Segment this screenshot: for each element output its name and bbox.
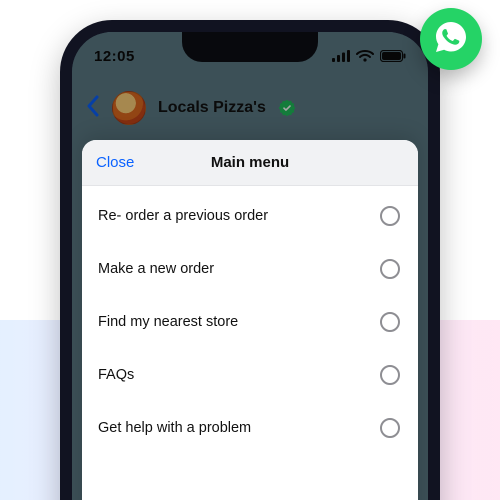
close-button[interactable]: Close xyxy=(96,140,134,185)
main-menu-sheet: Close Main menu Re- order a previous ord… xyxy=(82,140,418,500)
phone-frame: 12:05 Locals Pizza's xyxy=(60,20,440,500)
radio-icon xyxy=(380,365,400,385)
radio-icon xyxy=(380,312,400,332)
menu-item-get-help[interactable]: Get help with a problem xyxy=(82,402,418,455)
menu-item-label: FAQs xyxy=(98,367,134,383)
radio-icon xyxy=(380,206,400,226)
menu-item-nearest-store[interactable]: Find my nearest store xyxy=(82,296,418,349)
radio-icon xyxy=(380,259,400,279)
menu-item-label: Make a new order xyxy=(98,261,214,277)
whatsapp-icon xyxy=(431,17,471,62)
menu-item-reorder[interactable]: Re- order a previous order xyxy=(82,190,418,243)
whatsapp-badge xyxy=(420,8,482,70)
menu-item-label: Find my nearest store xyxy=(98,314,238,330)
menu-item-label: Get help with a problem xyxy=(98,420,251,436)
menu-item-faqs[interactable]: FAQs xyxy=(82,349,418,402)
radio-icon xyxy=(380,418,400,438)
menu-list: Re- order a previous order Make a new or… xyxy=(82,186,418,459)
sheet-title: Main menu xyxy=(211,154,289,171)
sheet-header: Close Main menu xyxy=(82,140,418,186)
menu-item-label: Re- order a previous order xyxy=(98,208,268,224)
menu-item-new-order[interactable]: Make a new order xyxy=(82,243,418,296)
